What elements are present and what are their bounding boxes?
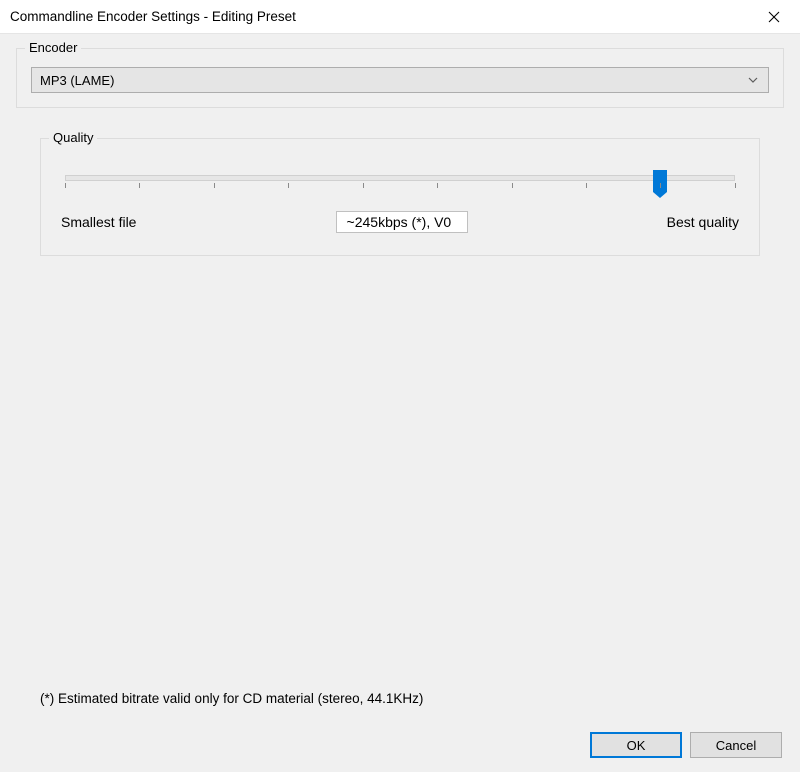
encoder-dropdown[interactable]: MP3 (LAME) bbox=[31, 67, 769, 93]
quality-section: Quality bbox=[16, 118, 784, 266]
encoder-groupbox: Encoder MP3 (LAME) bbox=[16, 48, 784, 108]
slider-ticks bbox=[65, 183, 735, 191]
dialog-window: Commandline Encoder Settings - Editing P… bbox=[0, 0, 800, 772]
slider-min-label: Smallest file bbox=[61, 214, 136, 230]
slider-track bbox=[65, 175, 735, 181]
window-title: Commandline Encoder Settings - Editing P… bbox=[10, 9, 752, 24]
quality-slider[interactable] bbox=[59, 167, 741, 199]
quality-groupbox: Quality bbox=[40, 138, 760, 256]
slider-labels-row: Smallest file ~245kbps (*), V0 Best qual… bbox=[59, 211, 741, 233]
spacer bbox=[16, 266, 784, 691]
titlebar: Commandline Encoder Settings - Editing P… bbox=[0, 0, 800, 34]
ok-button[interactable]: OK bbox=[590, 732, 682, 758]
dialog-button-row: OK Cancel bbox=[16, 724, 784, 760]
encoder-legend: Encoder bbox=[25, 40, 81, 55]
slider-current-value: ~245kbps (*), V0 bbox=[336, 211, 468, 233]
quality-legend: Quality bbox=[49, 130, 97, 145]
encoder-selected-value: MP3 (LAME) bbox=[40, 73, 746, 88]
chevron-down-icon bbox=[746, 73, 760, 87]
close-icon bbox=[768, 11, 780, 23]
close-button[interactable] bbox=[752, 2, 796, 32]
cancel-button[interactable]: Cancel bbox=[690, 732, 782, 758]
slider-max-label: Best quality bbox=[667, 214, 739, 230]
bitrate-footnote: (*) Estimated bitrate valid only for CD … bbox=[16, 691, 784, 724]
client-area: Encoder MP3 (LAME) Quality bbox=[0, 34, 800, 772]
